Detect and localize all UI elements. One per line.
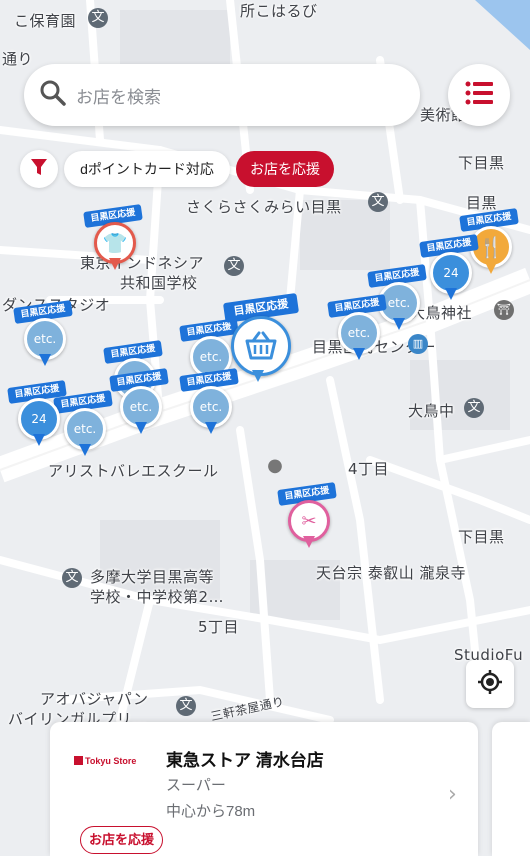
school-icon: 文 [224,256,244,276]
map-label: 通り [2,50,34,68]
selected-store-pin[interactable]: 目黒区応援 [222,292,300,386]
tokyu-store-logo: Tokyu Store [74,756,136,766]
search-bar[interactable]: お店を検索 [24,64,420,126]
map-label: 下目黒 [458,154,505,172]
support-store-button[interactable]: お店を応援 [80,826,164,854]
map-label: 大鳥中 [408,402,455,420]
map-label: 所こはるび [240,2,318,20]
store-name: 東急ストア 清水台店 [166,751,324,770]
map-label: こ保育園 [14,12,77,30]
filter-button[interactable] [20,150,58,188]
funnel-icon [30,158,48,180]
list-icon [465,81,493,109]
map-label: 学校・中学校第2… [90,588,225,606]
search-placeholder: お店を検索 [76,87,161,107]
school-icon: 文 [368,192,388,212]
chip-dpoint-card[interactable]: dポイントカード対応 [64,151,230,187]
store-pin-etc[interactable]: 目黒区応援 etc. [327,294,387,362]
store-pin-clothing[interactable]: 目黒区応援 👕 [83,204,143,272]
shrine-icon: ⛩ [494,300,514,320]
list-view-button[interactable] [448,64,510,126]
map-label: 共和国学校 [120,274,198,292]
chip-support-store[interactable]: お店を応援 [236,151,334,187]
next-store-card[interactable] [492,722,530,856]
school-icon: 文 [176,696,196,716]
store-distance: 中心から78m [166,803,256,820]
map-label: アリストバレエスクール [48,462,219,480]
crosshair-icon [477,669,503,699]
map-label: 多摩大学目黒高等 [90,568,215,586]
current-location-button[interactable] [466,660,514,708]
store-card[interactable]: Tokyu Store 東急ストア 清水台店 スーパー 中心から78m › お店… [50,722,478,856]
map-label: さくらさくみらい目黒 [186,198,342,216]
map-label: 天台宗 泰叡山 瀧泉寺 [316,564,467,582]
school-icon: 文 [464,398,484,418]
store-category: スーパー [166,777,226,794]
store-pin-etc[interactable]: 目黒区応援 etc. [53,390,113,458]
chevron-right-icon[interactable]: › [448,782,457,807]
search-icon [38,78,68,112]
school-icon: 文 [62,568,82,588]
shopping-basket-icon [231,316,291,376]
store-pin-convenience[interactable]: 目黒区応援 24 [7,380,67,448]
museum-icon: ▥ [408,334,428,354]
store-pin-convenience[interactable]: 目黒区応援 24 [419,234,479,302]
map-label: 下目黒 [458,528,505,546]
store-pin-etc[interactable]: 目黒区応援 etc. [13,300,73,368]
map-label: 目黒 [466,194,498,212]
store-pin-etc[interactable]: 目黒区応援 etc. [109,368,169,436]
map-label: アオバジャパン [40,690,149,708]
school-icon: 文 [88,8,108,28]
map-label: 4丁目 [348,460,390,478]
store-pin-beauty[interactable]: 目黒区応援 ✂ [277,482,337,550]
map-label: 5丁目 [198,618,240,636]
